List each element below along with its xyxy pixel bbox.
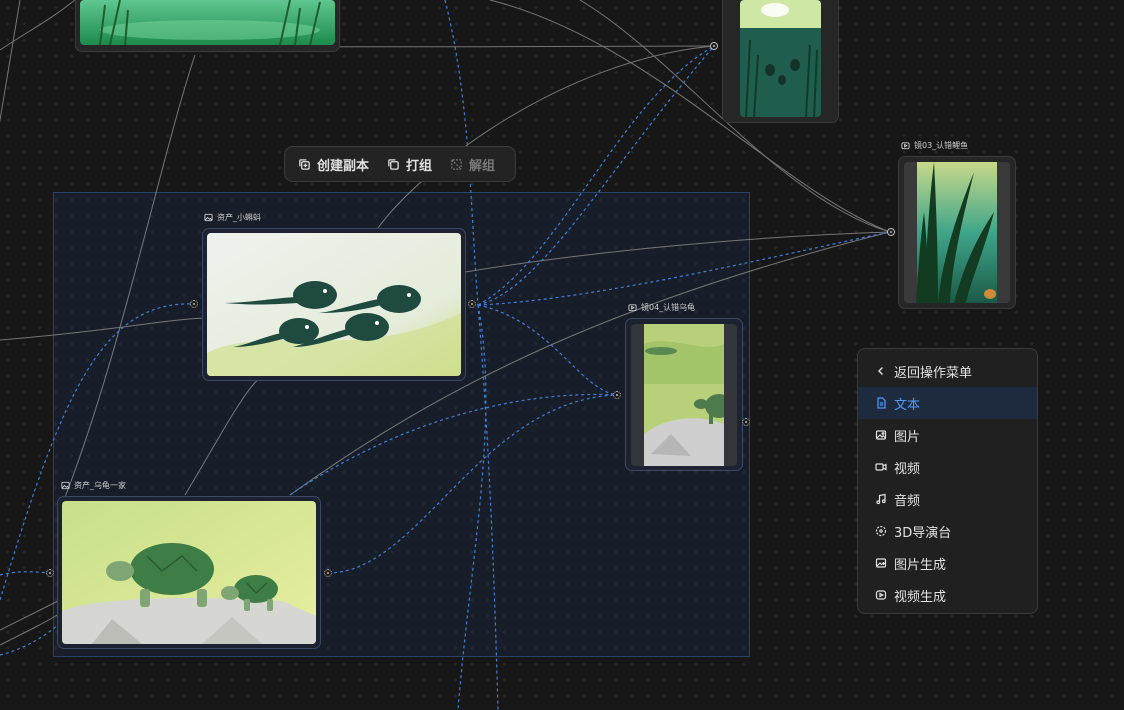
- shot03-input-port[interactable]: [887, 228, 895, 236]
- tadpole-node[interactable]: [202, 228, 466, 381]
- pond-shot-node[interactable]: [722, 0, 839, 123]
- shot03-node-title: 镜03_认错鲤鱼: [901, 140, 968, 151]
- group-button[interactable]: 打组: [387, 155, 432, 174]
- duplicate-icon: [299, 158, 310, 170]
- duplicate-label: 创建副本: [317, 158, 370, 174]
- chevron-left-icon: [878, 367, 883, 375]
- document-icon: [877, 397, 886, 409]
- group-label: 打组: [406, 158, 433, 174]
- shot04-node[interactable]: [625, 318, 743, 471]
- pond-node[interactable]: [75, 0, 340, 52]
- add-node-menu: 返回操作菜单 文本 图片 视频 音频 3D导演台 图片生成 视频生成: [857, 348, 1038, 614]
- selection-toolbar: 创建副本 打组 解组: [284, 146, 516, 182]
- image-icon: [61, 481, 70, 490]
- ungroup-button[interactable]: 解组: [450, 155, 495, 174]
- tadpole-thumbnail: [207, 233, 461, 376]
- 3d-stage-icon: [875, 525, 887, 537]
- menu-item-image[interactable]: 图片: [858, 419, 1037, 451]
- tadpole-input-port[interactable]: [190, 300, 198, 308]
- duplicate-button[interactable]: 创建副本: [298, 155, 369, 174]
- turtle-output-port[interactable]: [324, 569, 332, 577]
- ungroup-icon: [451, 158, 462, 170]
- group-icon: [388, 158, 399, 170]
- pond-thumbnail: [80, 0, 335, 45]
- shot04-input-port[interactable]: [613, 391, 621, 399]
- menu-item-3d-stage[interactable]: 3D导演台: [858, 515, 1037, 547]
- video-generate-icon: [875, 590, 887, 600]
- turtle-input-port[interactable]: [46, 569, 54, 577]
- shot03-thumbnail: [904, 162, 1010, 303]
- menu-item-audio[interactable]: 音频: [858, 483, 1037, 515]
- video-generate-icon: [901, 142, 910, 150]
- turtle-node-title: 资产_乌龟一家: [61, 480, 126, 491]
- menu-item-video-generate[interactable]: 视频生成: [858, 579, 1037, 611]
- menu-item-image-generate[interactable]: 图片生成: [858, 547, 1037, 579]
- turtle-family-node[interactable]: [57, 496, 321, 649]
- pond-shot-thumbnail: [740, 0, 821, 117]
- shot04-thumbnail: [631, 324, 737, 466]
- image-icon: [875, 430, 887, 440]
- turtle-family-thumbnail: [62, 501, 316, 644]
- back-to-menu-button[interactable]: 返回操作菜单: [858, 355, 1037, 387]
- pond-shot-input-port[interactable]: [710, 42, 718, 50]
- image-icon: [204, 213, 213, 222]
- ungroup-label: 解组: [469, 158, 496, 174]
- video-generate-icon: [628, 304, 637, 312]
- video-icon: [875, 463, 887, 471]
- tadpole-output-port[interactable]: [468, 300, 476, 308]
- back-label: 返回操作菜单: [894, 365, 973, 381]
- shot03-node[interactable]: [898, 156, 1016, 309]
- menu-item-text[interactable]: 文本: [858, 387, 1037, 419]
- image-generate-icon: [875, 558, 887, 568]
- menu-item-video[interactable]: 视频: [858, 451, 1037, 483]
- shot04-output-port[interactable]: [742, 418, 750, 426]
- music-icon: [876, 493, 886, 505]
- tadpole-node-title: 资产_小蝌蚪: [204, 212, 261, 223]
- shot04-node-title: 镜04_认错乌龟: [628, 302, 695, 313]
